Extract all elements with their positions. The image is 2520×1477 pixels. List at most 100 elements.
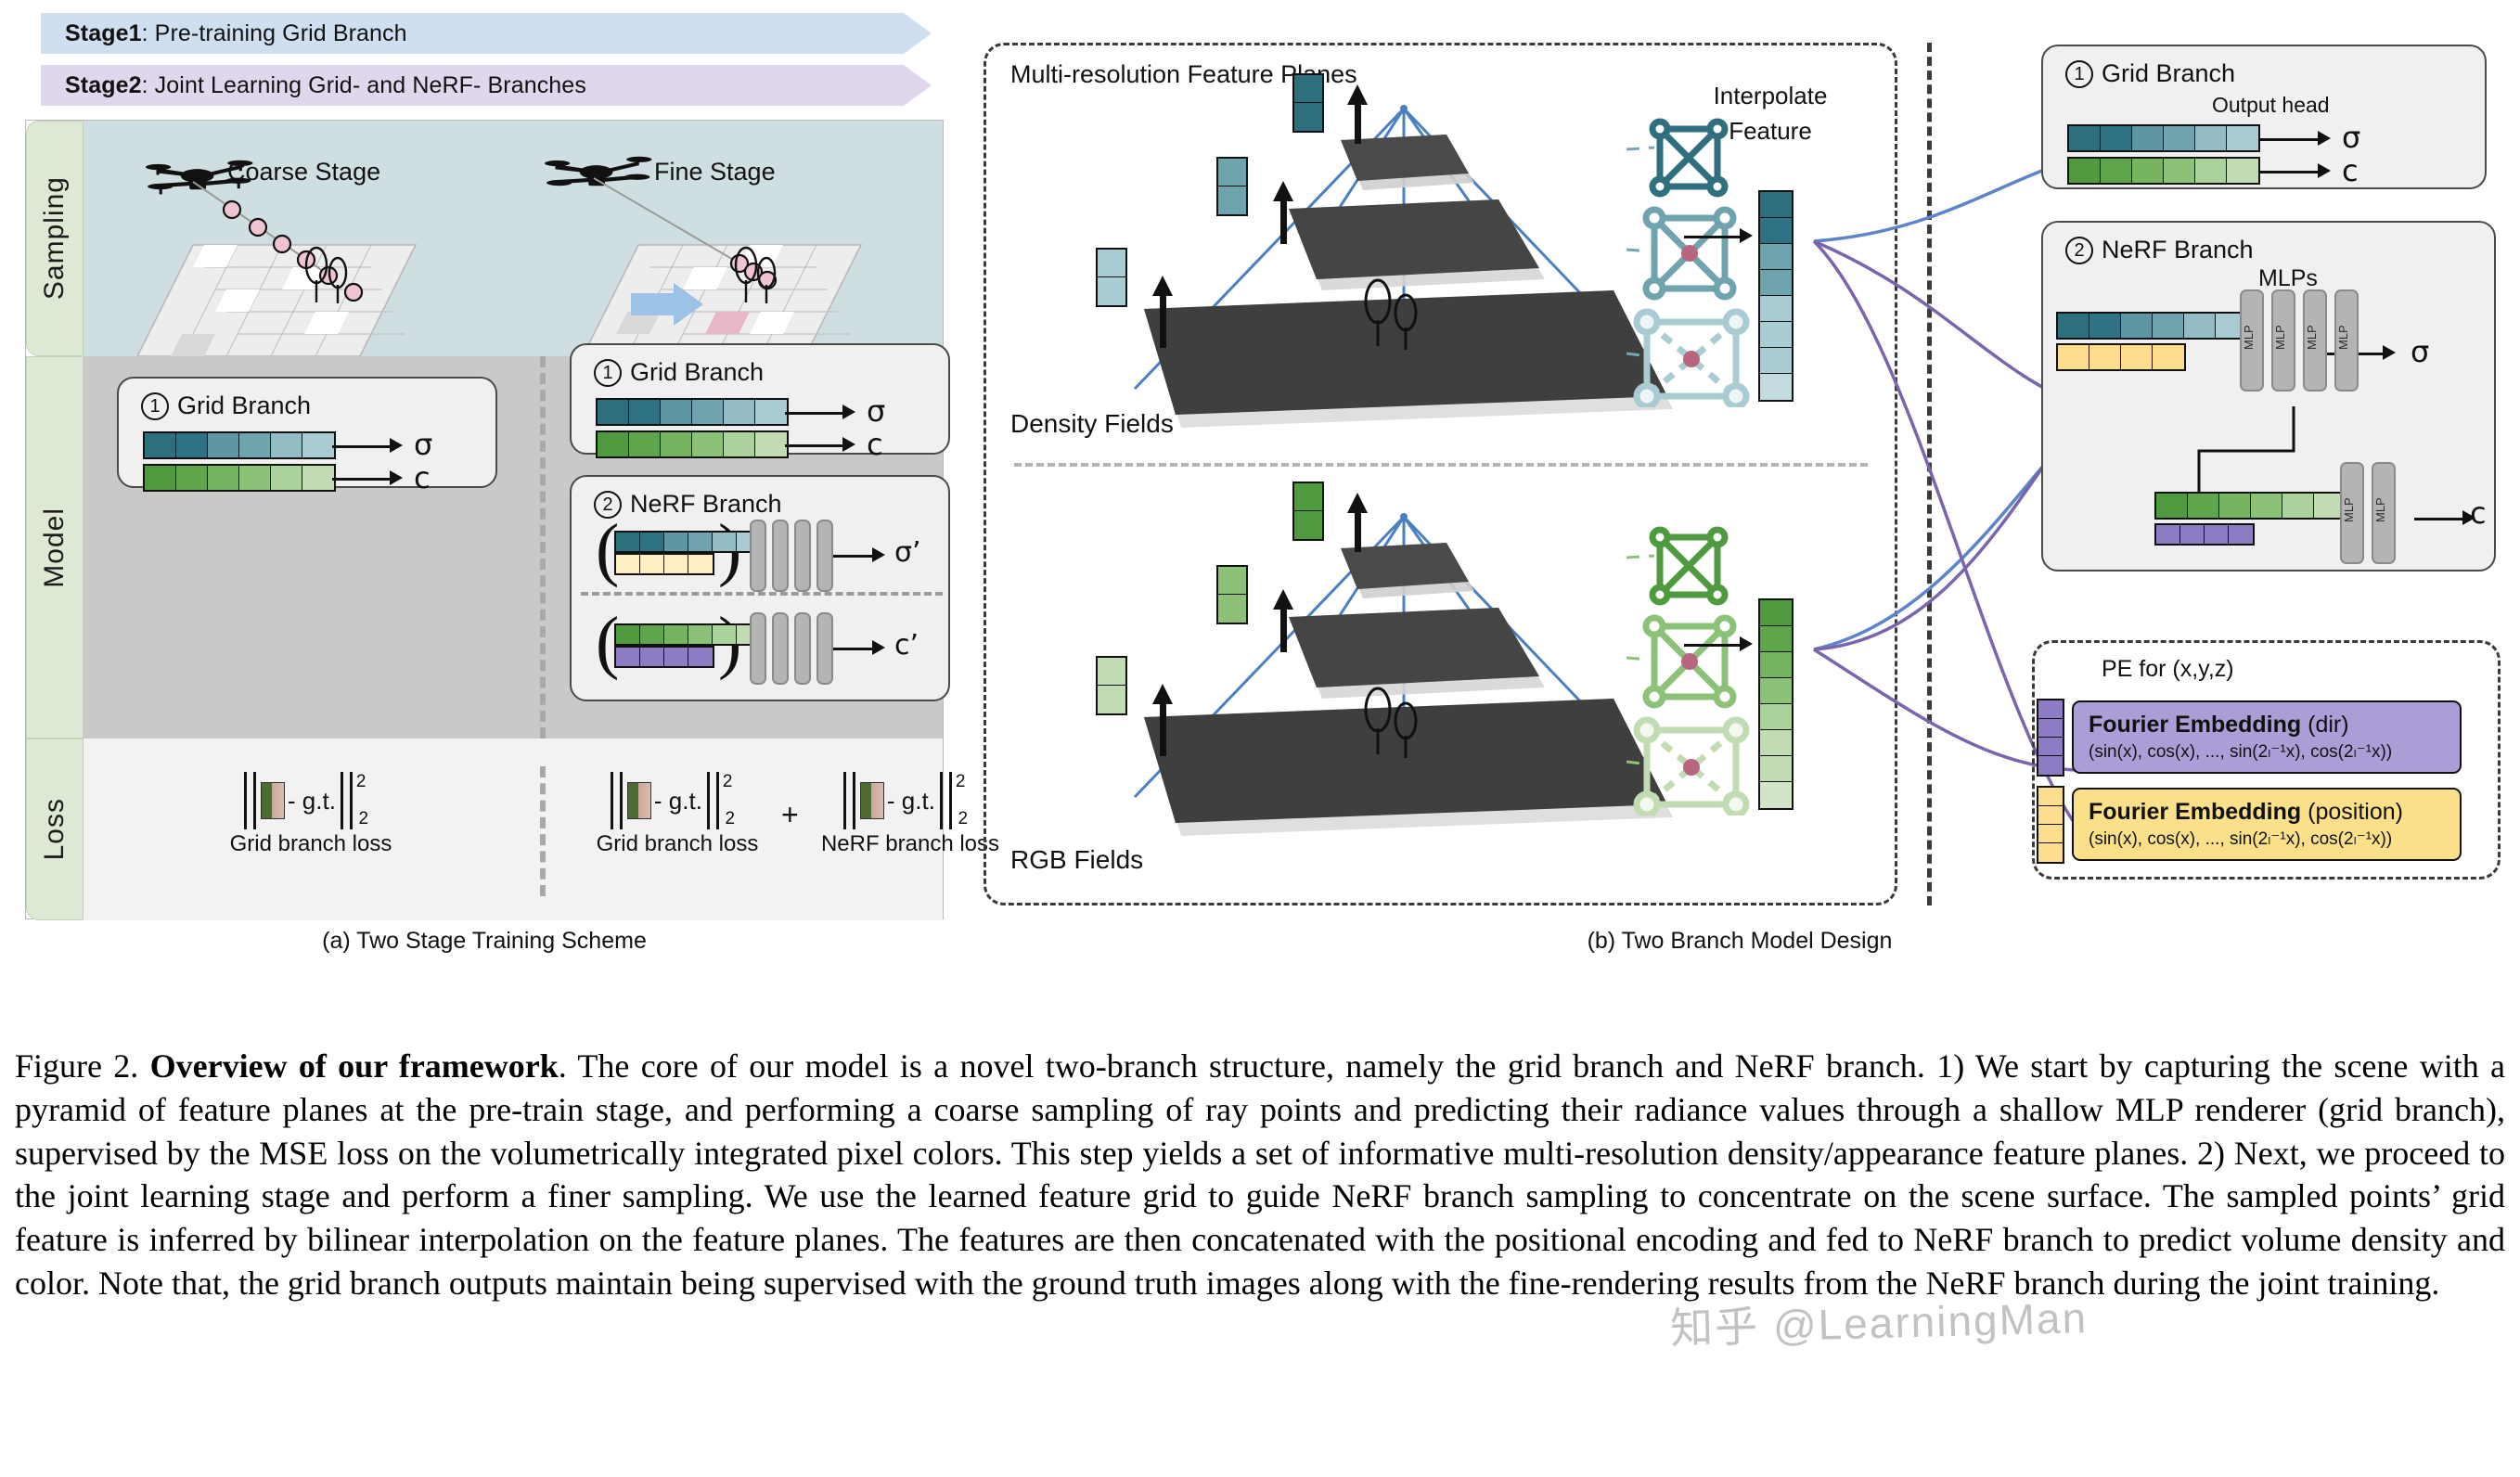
feature-cell xyxy=(1760,348,1792,374)
feature-cell xyxy=(616,648,640,666)
nerf-c-dir-pe-strip xyxy=(614,646,714,668)
b-nerf-branch-label: NeRF Branch xyxy=(2102,236,2254,263)
feature-cell xyxy=(1098,658,1125,686)
b-nerf-branch-card: 2 NeRF Branch MLPs σ c MLP MLP MLP MLP MLP ML… xyxy=(2041,221,2496,572)
feature-cell xyxy=(640,625,664,644)
feature-cell xyxy=(724,432,755,456)
stage1-banner: Stage1: Pre-training Grid Branch xyxy=(41,13,932,54)
coarse-loss-sup: 2 xyxy=(355,772,366,791)
loss-row-divider xyxy=(540,766,546,896)
feature-cell xyxy=(208,466,239,490)
norm-bar xyxy=(619,772,623,829)
norm-bar xyxy=(939,772,943,829)
feature-cell xyxy=(1760,678,1792,704)
feature-cell xyxy=(1760,756,1792,782)
feature-cell xyxy=(1098,277,1125,305)
density-interp-arrow xyxy=(1684,236,1742,238)
feature-cell xyxy=(2251,494,2282,518)
mlp-layer-label xyxy=(818,521,831,590)
mlp-layer-bar: MLP xyxy=(2271,289,2295,392)
fine-c-arrowhead-icon xyxy=(842,437,855,452)
feature-cell xyxy=(2121,314,2153,338)
fourier-position-title-rest: (position) xyxy=(2301,799,2403,825)
feature-cell xyxy=(616,555,640,573)
coarse-loss-sub: 2 xyxy=(358,809,369,828)
b-nerf-color-feature-strip xyxy=(2154,492,2347,520)
feature-cell xyxy=(1760,322,1792,348)
feature-cell xyxy=(1760,218,1792,244)
b-nerf-position-pe-strip xyxy=(2056,343,2186,371)
nerf-branch-inner-divider xyxy=(581,592,943,596)
fine-grid-loss-gt: - g.t. xyxy=(653,786,702,815)
coarse-loss-formula: - g.t. 2 2 xyxy=(176,772,445,829)
b-nerf-dir-pe-strip xyxy=(2154,523,2255,546)
rendered-image-thumbnail xyxy=(859,782,884,819)
mlp-layer-label: MLP xyxy=(2273,325,2287,351)
feature-cell xyxy=(688,625,713,644)
feature-cell xyxy=(661,400,692,424)
figure-caption: Figure 2. Overview of our framework. The… xyxy=(15,1045,2505,1305)
b-grid-color-strip xyxy=(2067,157,2260,185)
fine-grid-branch-card: 1 Grid Branch σ c xyxy=(570,343,950,462)
feature-cell xyxy=(1760,652,1792,678)
feature-cell xyxy=(688,533,713,551)
b-nerf-c-arrow xyxy=(2414,518,2464,520)
mlp-layer-label xyxy=(796,614,809,683)
feature-cell xyxy=(2058,345,2089,369)
b-grid-density-strip xyxy=(2067,124,2260,152)
feature-cell xyxy=(640,533,664,551)
feature-cell xyxy=(2205,525,2229,544)
fourier-embedding-dir-box: Fourier Embedding (dir) (sin(x), cos(x),… xyxy=(2072,700,2462,774)
pe-position-vector-tick xyxy=(2037,786,2064,864)
b-grid-c-arrow xyxy=(2258,171,2320,173)
b-nerf-sigma-arrowhead-icon xyxy=(2383,345,2396,360)
coarse-grid-branch-number: 1 xyxy=(141,392,169,420)
feature-cell xyxy=(2195,159,2227,183)
norm-bar xyxy=(948,772,952,829)
mlp-layer-label: MLP xyxy=(2336,325,2350,351)
feature-cell xyxy=(2038,843,2063,862)
feature-cell xyxy=(2282,494,2314,518)
nerf-c-arrowhead-icon xyxy=(872,640,885,655)
fourier-position-formula: (sin(x), cos(x), ..., sin(2ₗ⁻¹x), cos(2ₗ… xyxy=(2089,829,2393,849)
fine-nerf-branch-label: NeRF Branch xyxy=(630,490,782,518)
feature-cell xyxy=(2153,345,2184,369)
b-grid-branch-card: 1 Grid Branch Output head σ c xyxy=(2041,45,2487,189)
mlp-layer-bar xyxy=(816,520,833,592)
nerf-sigma-arrowhead-icon xyxy=(872,547,885,562)
row-label-loss-text: Loss xyxy=(39,798,70,861)
rgb-interp-arrow xyxy=(1684,644,1742,647)
feature-cell xyxy=(1294,483,1322,511)
model-row-divider xyxy=(540,356,546,738)
fine-nerf-branch-title: 2 NeRF Branch xyxy=(594,490,782,519)
feature-cell xyxy=(640,648,664,666)
fine-grid-branch-label: Grid Branch xyxy=(630,358,765,386)
feature-cell xyxy=(2153,314,2184,338)
b-nerf-branch-title: 2 NeRF Branch xyxy=(2065,236,2254,264)
norm-bar xyxy=(349,772,353,829)
fine-grid-branch-number: 1 xyxy=(594,358,622,387)
mlp-layer-bar: MLP xyxy=(2372,462,2396,564)
feature-cell xyxy=(2132,159,2164,183)
coarse-sampling-illustration xyxy=(136,160,418,356)
row-label-loss: Loss xyxy=(26,738,84,920)
fine-c-output: c xyxy=(867,427,883,462)
fields-separator xyxy=(1014,463,1868,467)
coarse-c-arrowhead-icon xyxy=(390,470,403,485)
feature-cell xyxy=(239,466,271,490)
feature-cell xyxy=(1218,567,1246,595)
fourier-position-title-bold: Fourier Embedding xyxy=(2089,799,2302,825)
mlp-layer-label xyxy=(796,521,809,590)
feature-cell xyxy=(145,466,176,490)
b-nerf-sigma-output: σ xyxy=(2411,334,2430,369)
feature-cell xyxy=(1098,250,1125,277)
caption-bold: Overview of our framework xyxy=(149,1047,559,1085)
mlp-layer-bar: MLP xyxy=(2334,289,2359,392)
fine-nerf-loss-sup: 2 xyxy=(955,772,966,791)
mlp-layer-bar xyxy=(794,612,811,685)
coarse-loss-gt: - g.t. xyxy=(287,786,336,815)
b-grid-c-output: c xyxy=(2342,153,2359,188)
coarse-loss-group: - g.t. 2 2 Grid branch loss xyxy=(176,772,445,857)
fourier-dir-title-rest: (dir) xyxy=(2301,712,2349,738)
b-grid-branch-number: 1 xyxy=(2065,59,2093,88)
